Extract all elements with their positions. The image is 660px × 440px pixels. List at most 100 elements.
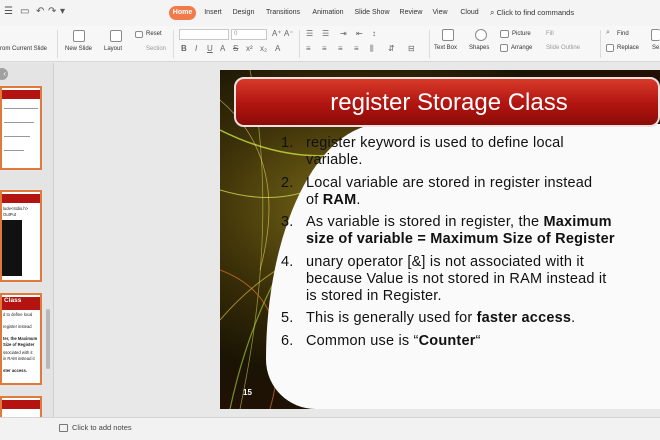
shrink-font-icon[interactable]: A⁻ <box>284 29 294 38</box>
point-line: This is generally used for faster access… <box>306 310 660 327</box>
point-number: 4. <box>281 253 294 270</box>
underline-icon[interactable]: U <box>207 44 213 53</box>
notes-placeholder[interactable]: Click to add notes <box>72 423 132 432</box>
bold-icon[interactable]: B <box>181 44 187 53</box>
slide-bullet-list[interactable]: 1. register keyword is used to define loc… <box>277 135 660 355</box>
search-icon: ⌕ <box>490 8 495 17</box>
shapes-button[interactable]: Shapes <box>469 45 489 51</box>
fill-button[interactable]: Fill <box>546 31 554 37</box>
chevron-down-icon[interactable]: ▾ <box>60 6 65 17</box>
thumbnail-text: register instead <box>3 324 32 329</box>
thumbnail-line <box>4 122 34 123</box>
tab-view[interactable]: View <box>430 6 450 20</box>
new-slide-button[interactable]: New Slide <box>65 46 92 52</box>
line-spacing-icon[interactable]: ↕ <box>372 29 376 38</box>
outdent-icon[interactable]: ⇤ <box>356 29 363 38</box>
thumbnail-text: Size of Register <box>3 342 35 347</box>
point-line: register keyword is used to define local <box>306 135 660 152</box>
slide-point: 6. Common use is “Counter“ <box>277 333 660 350</box>
slide-outline-button[interactable]: Slide Outline <box>546 45 580 51</box>
slide-title[interactable]: register Storage Class <box>236 89 660 117</box>
slide-thumbnail[interactable]: lude<stdio.h> OutPut <box>0 190 42 282</box>
redo-icon[interactable]: ↷ <box>48 6 56 17</box>
find-button[interactable]: Find <box>617 31 629 37</box>
command-search-label: Click to find commands <box>496 8 575 17</box>
point-number: 5. <box>281 310 294 326</box>
tab-transitions[interactable]: Transitions <box>262 6 304 20</box>
menu-icon[interactable]: ☰ <box>4 6 13 17</box>
thumbnail-text: in RAM instead it <box>3 356 35 361</box>
numbering-icon[interactable]: ☰ <box>322 29 329 38</box>
italic-icon[interactable]: I <box>195 44 197 53</box>
slide-point: 1. register keyword is used to define loc… <box>277 135 660 169</box>
point-text: As variable is stored in register, the <box>306 214 544 230</box>
replace-button[interactable]: Replace <box>617 45 639 51</box>
slide-number: 15 <box>243 388 252 397</box>
align-right-icon[interactable]: ≡ <box>338 44 343 53</box>
font-size-field[interactable]: 0 <box>231 29 267 40</box>
strikethrough-icon[interactable]: S <box>233 44 238 53</box>
thumbnail-title: Class <box>4 297 22 304</box>
presentation-app: ☰ ▭ ↶ ↷ ▾ Home Insert Design Transitions… <box>0 0 660 440</box>
thumbnail-line <box>4 108 38 109</box>
tab-design[interactable]: Design <box>230 6 257 20</box>
thumbnail-text: ster access. <box>3 368 27 373</box>
point-number: 1. <box>281 135 294 151</box>
tab-insert[interactable]: Insert <box>201 6 225 20</box>
point-text: because Value is not stored in RAM inste… <box>306 270 607 287</box>
tab-home[interactable]: Home <box>169 6 196 20</box>
subscript-icon[interactable]: x₂ <box>260 44 267 53</box>
slide-thumbnails-pane[interactable]: ‹ lude<stdio.h> OutPut Class d to define… <box>0 63 54 417</box>
picture-button[interactable]: Picture <box>512 31 531 37</box>
grow-font-icon[interactable]: A⁺ <box>272 29 282 38</box>
align-center-icon[interactable]: ≡ <box>322 44 327 53</box>
reset-button[interactable]: Reset <box>146 31 162 37</box>
thumbnail-text: ter, the Maximum <box>3 336 38 341</box>
font-color-icon[interactable]: A <box>275 44 280 53</box>
point-text: Common use is “ <box>306 332 419 349</box>
thumbnail-scrollbar[interactable] <box>46 309 50 369</box>
section-button[interactable]: Section <box>146 46 166 52</box>
layout-button[interactable]: Layout <box>104 46 122 52</box>
justify-icon[interactable]: ≡ <box>354 44 359 53</box>
select-button[interactable]: Se <box>652 45 659 51</box>
bullets-icon[interactable]: ☰ <box>306 29 313 38</box>
text-effect-icon[interactable]: A <box>220 44 225 53</box>
point-text: register keyword is used to define local <box>306 135 564 151</box>
slide-canvas[interactable]: register Storage Class 1. register keywor… <box>55 63 660 417</box>
notes-bar[interactable]: Click to add notes <box>0 417 660 440</box>
text-box-button[interactable]: Text Box <box>434 45 457 51</box>
columns-icon[interactable]: ⫼ <box>370 44 374 54</box>
arrange-button[interactable]: Arrange <box>511 45 532 51</box>
align-left-icon[interactable]: ≡ <box>306 44 311 53</box>
slide-thumbnail[interactable] <box>0 86 42 170</box>
slide[interactable]: register Storage Class 1. register keywor… <box>220 70 660 409</box>
from-current-slide-button[interactable]: rom Current Slide <box>0 46 47 52</box>
command-search[interactable]: ⌕ Click to find commands <box>490 8 574 18</box>
tab-slide-show[interactable]: Slide Show <box>352 6 392 20</box>
undo-icon[interactable]: ↶ <box>36 6 44 17</box>
text-direction-icon[interactable]: ⇵ <box>388 44 395 53</box>
point-text: of <box>306 191 323 208</box>
align-text-icon[interactable]: ⊟ <box>408 44 415 53</box>
indent-icon[interactable]: ⇥ <box>340 29 347 38</box>
tab-cloud[interactable]: Cloud <box>457 6 482 20</box>
layout-icon <box>110 30 122 42</box>
tab-review[interactable]: Review <box>397 6 425 20</box>
collapse-pane-icon[interactable]: ‹ <box>0 68 8 80</box>
menu-bar: ☰ ▭ ↶ ↷ ▾ Home Insert Design Transitions… <box>0 0 660 26</box>
new-slide-icon <box>73 30 85 42</box>
bold-text: Maximum <box>543 214 612 230</box>
superscript-icon[interactable]: x² <box>246 44 253 53</box>
slide-title-bar[interactable]: register Storage Class <box>234 77 660 127</box>
point-line: variable. <box>306 152 660 169</box>
font-name-field[interactable] <box>179 29 229 40</box>
tab-animation[interactable]: Animation <box>309 6 347 20</box>
thumbnail-text: OutPut <box>3 212 17 217</box>
text-box-icon <box>442 29 454 41</box>
folder-icon[interactable]: ▭ <box>20 6 29 17</box>
thumbnail-line <box>4 136 30 137</box>
thumbnail-title-bar <box>2 90 40 99</box>
slide-thumbnail-current[interactable]: Class d to define local register instead… <box>0 293 42 385</box>
slide-thumbnail[interactable] <box>0 396 42 417</box>
